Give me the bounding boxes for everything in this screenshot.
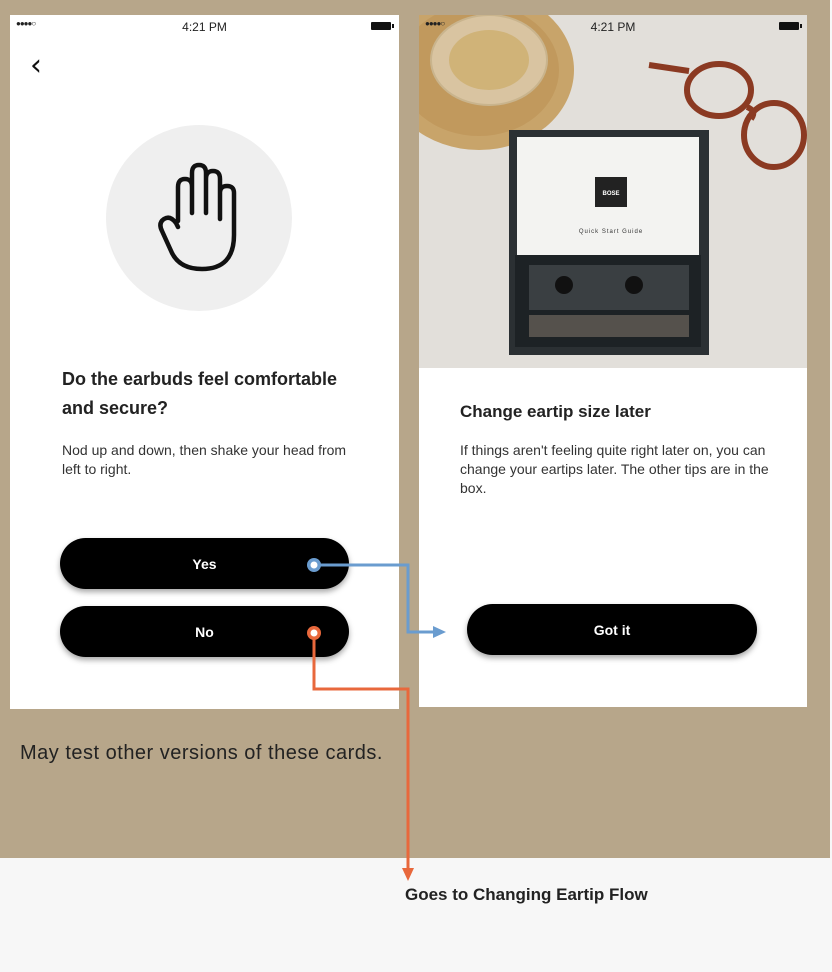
flow-connectors (307, 558, 446, 881)
yes-flow-connector (307, 558, 446, 638)
no-destination-caption: Goes to Changing Eartip Flow (405, 885, 648, 904)
annotation-note: May test other versions of these cards. (20, 742, 383, 764)
